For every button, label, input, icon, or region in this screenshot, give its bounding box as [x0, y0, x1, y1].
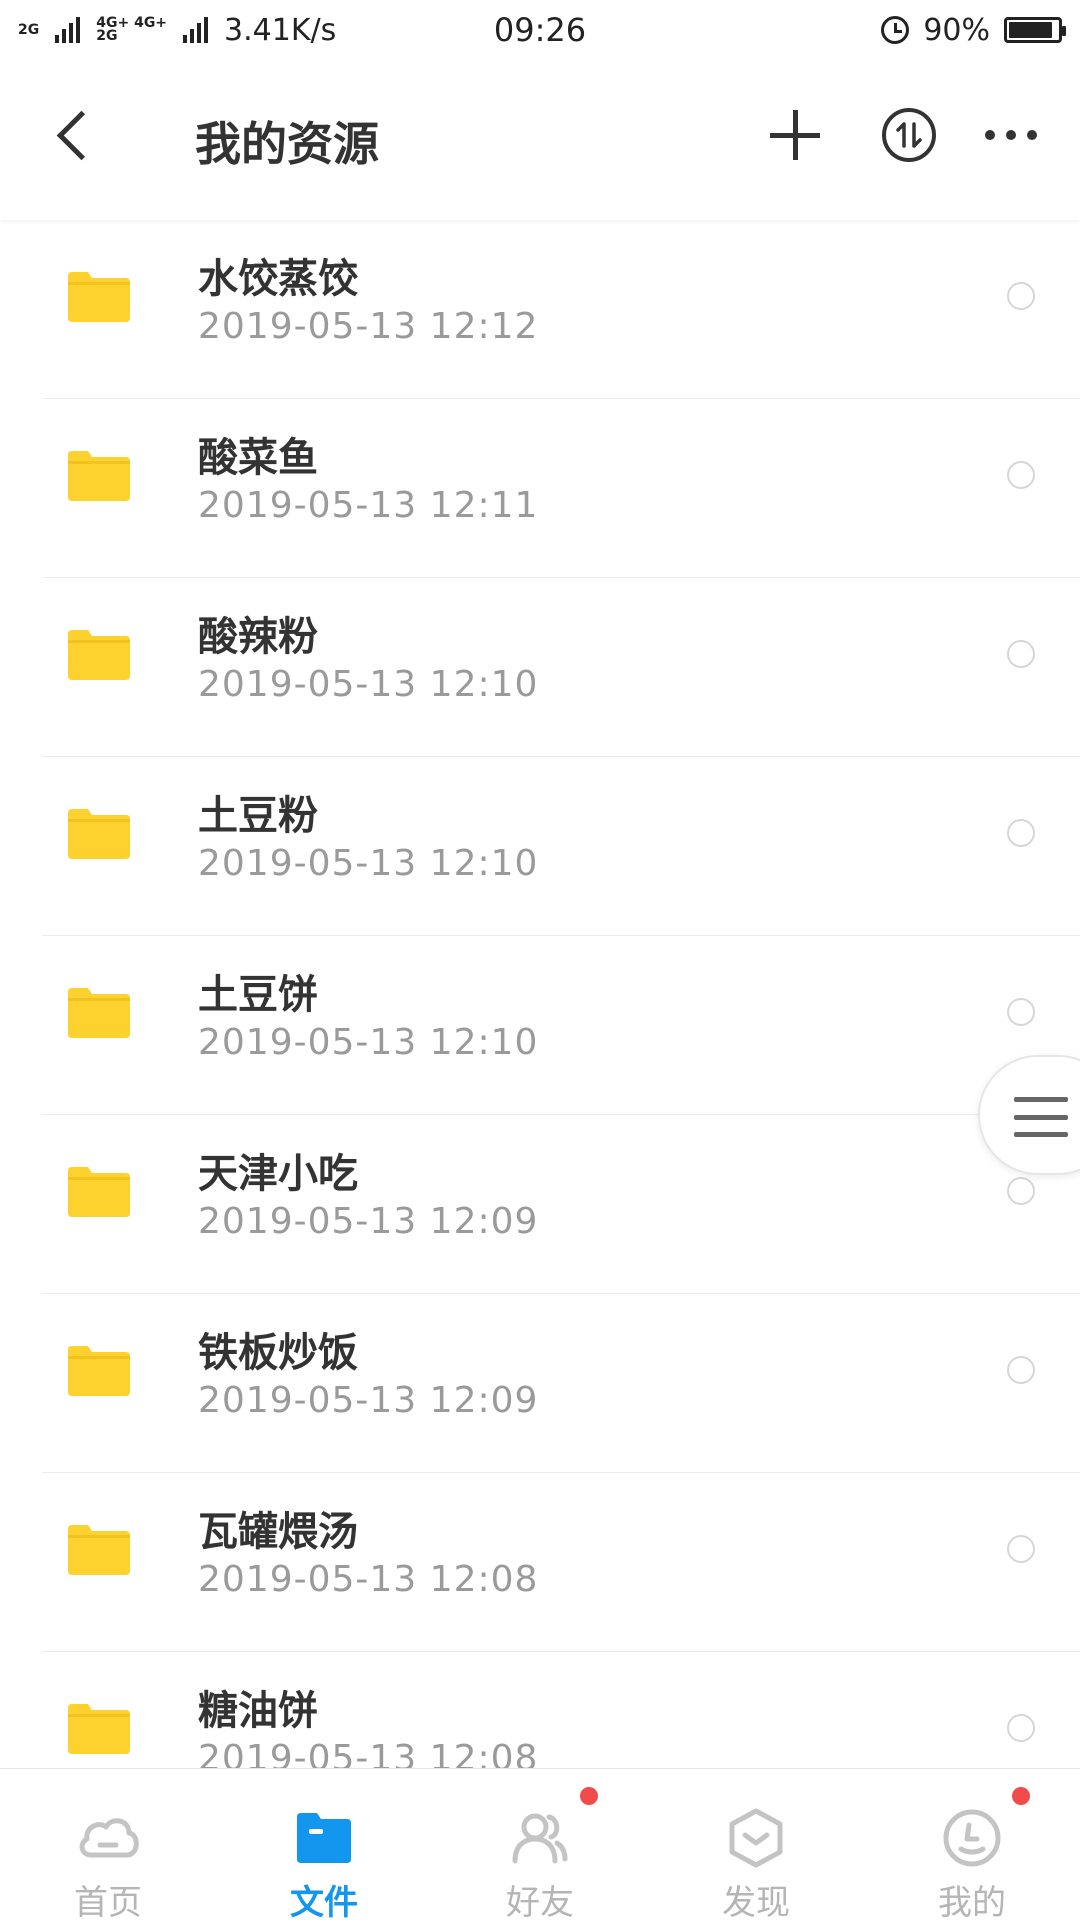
page-title: 我的资源 — [195, 117, 379, 171]
file-list: 水饺蒸饺 2019-05-13 12:12 酸菜鱼 2019-05-13 12:11 酸… — [0, 220, 1080, 1768]
file-list-item[interactable]: 糖油饼 2019-05-13 12:08 — [0, 1652, 1080, 1768]
file-name: 天津小吃 — [198, 1151, 358, 1197]
file-date: 2019-05-13 12:09 — [198, 1380, 539, 1421]
network-label-2g: 2G — [18, 21, 40, 38]
folder-icon — [68, 809, 130, 859]
file-date: 2019-05-13 12:12 — [198, 306, 539, 347]
signal-strength-icon-2 — [183, 17, 209, 43]
file-list-item[interactable]: 土豆粉 2019-05-13 12:10 — [0, 757, 1080, 936]
file-date: 2019-05-13 12:08 — [198, 1738, 539, 1768]
tab-home[interactable]: 首页 — [0, 1769, 216, 1923]
file-list-item[interactable]: 土豆饼 2019-05-13 12:10 — [0, 936, 1080, 1115]
alarm-icon — [881, 16, 910, 44]
add-icon[interactable] — [770, 110, 820, 160]
app-bar: 我的资源 — [0, 60, 1080, 220]
tab-mine[interactable]: 我的 — [864, 1769, 1080, 1923]
profile-icon — [943, 1809, 1001, 1867]
file-name: 水饺蒸饺 — [198, 256, 358, 302]
file-date: 2019-05-13 12:10 — [198, 1022, 539, 1063]
discover-icon — [729, 1808, 783, 1868]
folder-icon — [68, 1167, 130, 1217]
tab-friends[interactable]: 好友 — [432, 1769, 648, 1923]
file-name: 酸菜鱼 — [198, 435, 318, 481]
network-speed: 3.41K/s — [224, 12, 337, 48]
file-name: 土豆饼 — [198, 972, 318, 1018]
battery-icon — [1004, 17, 1066, 43]
menu-lines-icon — [1014, 1097, 1068, 1137]
folder-icon — [68, 1704, 130, 1754]
file-list-item[interactable]: 水饺蒸饺 2019-05-13 12:12 — [0, 220, 1080, 399]
signal-strength-icon — [55, 17, 81, 43]
file-date: 2019-05-13 12:10 — [198, 843, 539, 884]
network-label-4g: 4G+ 4G+ 2G — [96, 16, 167, 44]
transfer-arrows-icon — [896, 122, 922, 148]
file-list-item[interactable]: 天津小吃 2019-05-13 12:09 — [0, 1115, 1080, 1294]
select-checkbox[interactable] — [1007, 461, 1035, 489]
file-list-item[interactable]: 铁板炒饭 2019-05-13 12:09 — [0, 1294, 1080, 1473]
network-type-bottom: 2G — [96, 28, 118, 44]
more-options-icon[interactable] — [985, 130, 1037, 142]
file-name: 酸辣粉 — [198, 614, 318, 660]
mine-badge — [1012, 1787, 1030, 1805]
tab-mine-label: 我的 — [938, 1883, 1006, 1923]
status-right: 90% — [881, 12, 1066, 48]
file-name: 糖油饼 — [198, 1688, 318, 1734]
folder-icon — [68, 451, 130, 501]
folder-icon — [68, 272, 130, 322]
file-list-item[interactable]: 酸辣粉 2019-05-13 12:10 — [0, 578, 1080, 757]
friends-badge — [580, 1787, 598, 1805]
select-checkbox[interactable] — [1007, 1177, 1035, 1205]
file-name: 瓦罐煨汤 — [198, 1509, 358, 1555]
select-checkbox[interactable] — [1007, 819, 1035, 847]
battery-fill — [1009, 22, 1053, 38]
select-checkbox[interactable] — [1007, 640, 1035, 668]
tab-home-label: 首页 — [74, 1883, 142, 1923]
tab-files[interactable]: 文件 — [216, 1769, 432, 1923]
file-date: 2019-05-13 12:11 — [198, 485, 539, 526]
file-name: 土豆粉 — [198, 793, 318, 839]
select-checkbox[interactable] — [1007, 282, 1035, 310]
battery-percent: 90% — [923, 12, 990, 48]
tab-discover[interactable]: 发现 — [648, 1769, 864, 1923]
select-checkbox[interactable] — [1007, 1714, 1035, 1742]
tab-files-label: 文件 — [290, 1883, 358, 1923]
status-left: 2G 4G+ 4G+ 2G 3.41K/s — [18, 13, 336, 48]
file-list-item[interactable]: 酸菜鱼 2019-05-13 12:11 — [0, 399, 1080, 578]
transfer-icon[interactable] — [882, 108, 936, 162]
file-date: 2019-05-13 12:09 — [198, 1201, 539, 1242]
friends-icon — [512, 1813, 568, 1864]
folder-tab-icon — [297, 1813, 351, 1863]
status-bar: 2G 4G+ 4G+ 2G 3.41K/s 09:26 90% — [0, 0, 1080, 60]
file-name: 铁板炒饭 — [198, 1330, 358, 1376]
folder-icon — [68, 1346, 130, 1396]
tab-discover-label: 发现 — [722, 1883, 790, 1923]
file-list-item[interactable]: 瓦罐煨汤 2019-05-13 12:08 — [0, 1473, 1080, 1652]
bottom-navigation: 首页 文件 好友 发现 我的 — [0, 1768, 1080, 1923]
cloud-icon — [79, 1818, 139, 1858]
select-checkbox[interactable] — [1007, 998, 1035, 1026]
select-checkbox[interactable] — [1007, 1356, 1035, 1384]
network-type-left: 2G — [18, 21, 40, 38]
file-date: 2019-05-13 12:10 — [198, 664, 539, 705]
select-checkbox[interactable] — [1007, 1535, 1035, 1563]
folder-icon — [68, 630, 130, 680]
file-date: 2019-05-13 12:08 — [198, 1559, 539, 1600]
back-icon[interactable] — [50, 108, 110, 168]
folder-icon — [68, 1525, 130, 1575]
tab-friends-label: 好友 — [506, 1883, 574, 1923]
folder-icon — [68, 988, 130, 1038]
